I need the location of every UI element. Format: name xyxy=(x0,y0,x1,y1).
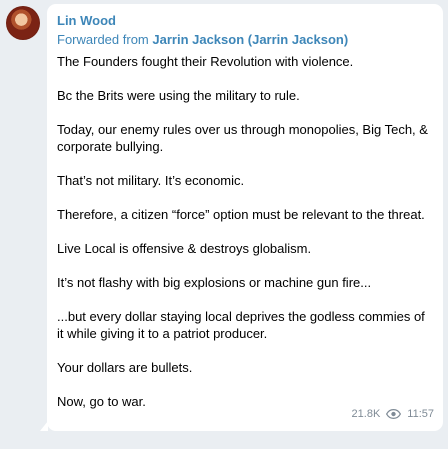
forwarded-source[interactable]: Jarrin Jackson (Jarrin Jackson) xyxy=(152,32,348,47)
message-paragraph: Your dollars are bullets. xyxy=(57,360,193,375)
forwarded-header[interactable]: Forwarded from Jarrin Jackson (Jarrin Ja… xyxy=(57,32,432,48)
eye-icon xyxy=(386,409,402,419)
message-paragraph: That’s not military. It’s economic. xyxy=(57,173,245,188)
forwarded-prefix: Forwarded from xyxy=(57,32,149,47)
message-time: 11:57 xyxy=(407,408,434,420)
sender-name[interactable]: Lin Wood xyxy=(57,13,432,29)
message-paragraph: Therefore, a citizen “force” option must… xyxy=(57,207,425,222)
message-meta: 21.8K 11:57 xyxy=(352,408,434,420)
message-text: The Founders fought their Revolution wit… xyxy=(57,53,432,410)
message-paragraph: ...but every dollar staying local depriv… xyxy=(57,309,425,341)
message-paragraph: Live Local is offensive & destroys globa… xyxy=(57,241,312,256)
message-paragraph: Bc the Brits were using the military to … xyxy=(57,88,300,103)
views-count: 21.8K xyxy=(351,408,381,420)
message-paragraph: Today, our enemy rules over us through m… xyxy=(57,122,428,154)
message-paragraph: It’s not flashy with big explosions or m… xyxy=(57,275,372,290)
author-avatar[interactable] xyxy=(6,6,40,40)
message-paragraph: The Founders fought their Revolution wit… xyxy=(57,54,354,69)
message-bubble: Lin Wood Forwarded from Jarrin Jackson (… xyxy=(40,4,443,431)
